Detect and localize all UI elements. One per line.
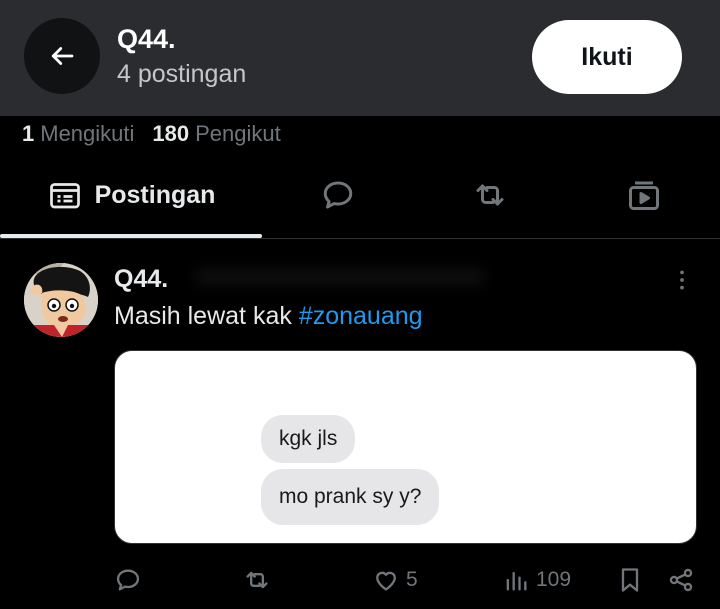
bookmark-button[interactable] [616, 560, 644, 600]
follow-stats: 1 Mengikuti 180 Pengikut [22, 119, 281, 149]
chat-bubble: mo prank sy y? [261, 469, 440, 525]
post-count: 4 postingan [117, 60, 247, 88]
posts-icon [49, 183, 80, 209]
view-count: 109 [536, 568, 572, 591]
tab-media[interactable] [602, 155, 686, 235]
profile-title: Q44. [117, 24, 176, 54]
redaction-blur [195, 268, 485, 286]
tab-posts[interactable]: Postingan [0, 155, 262, 235]
repost-icon [476, 184, 504, 206]
post-author-name[interactable]: Q44. [114, 265, 168, 294]
post-body: Masih lewat kak [114, 302, 292, 330]
following-count[interactable]: 1 [22, 121, 34, 147]
avatar-image [24, 263, 98, 337]
video-icon [629, 181, 659, 210]
tab-reposts[interactable] [448, 155, 532, 235]
reply-icon [323, 181, 353, 209]
bookmark-icon [621, 568, 639, 592]
more-vertical-icon [680, 270, 684, 290]
avatar[interactable] [24, 263, 98, 337]
post-actions: 5 109 [0, 560, 720, 600]
views-button[interactable]: 109 [502, 560, 571, 600]
views-chart-icon [506, 571, 527, 591]
reply-button[interactable] [114, 560, 142, 600]
back-button[interactable] [24, 18, 100, 94]
followers-count[interactable]: 180 [152, 121, 189, 147]
repost-button[interactable] [243, 560, 271, 600]
like-count: 5 [406, 568, 418, 591]
profile-header: Q44. 4 postingan Ikuti [0, 0, 720, 116]
followers-label[interactable]: Pengikut [195, 121, 281, 147]
active-tab-indicator [0, 234, 262, 238]
share-button[interactable] [667, 560, 695, 600]
post-hashtag[interactable]: #zonauang [299, 302, 423, 330]
post-text: Masih lewat kak #zonauang [114, 302, 423, 331]
heart-icon [376, 571, 396, 591]
arrow-left-icon [51, 47, 74, 65]
follow-button[interactable]: Ikuti [532, 20, 682, 94]
following-label[interactable]: Mengikuti [40, 121, 134, 147]
like-button[interactable]: 5 [372, 560, 418, 600]
tab-posts-label: Postingan [94, 180, 216, 209]
profile-tabs: Postingan [0, 155, 720, 239]
tab-replies[interactable] [296, 155, 380, 235]
share-icon [669, 568, 693, 592]
more-options-button[interactable] [664, 262, 700, 298]
repost-icon [246, 571, 268, 589]
post-image[interactable]: kgk jls mo prank sy y? [114, 350, 697, 544]
reply-icon [116, 569, 140, 591]
chat-bubble: kgk jls [261, 415, 356, 463]
